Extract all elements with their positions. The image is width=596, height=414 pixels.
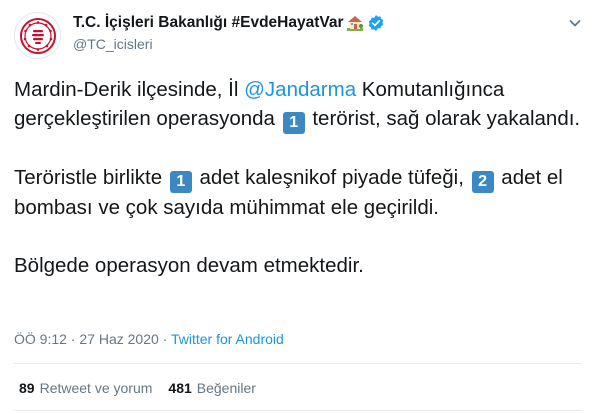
keycap-digit-icon: 1 [169, 171, 192, 193]
tweet-paragraph-1: Mardin-Derik ilçesinde, İl @Jandarma Kom… [14, 75, 584, 134]
chevron-down-icon[interactable] [566, 14, 584, 32]
tweet-source-link[interactable]: Twitter for Android [171, 331, 284, 347]
text-segment: adet kaleşnikof piyade tüfeği, [193, 166, 470, 189]
tweet-date[interactable]: 27 Haz 2020 [79, 331, 158, 347]
divider [14, 410, 582, 411]
tweet-time[interactable]: ÖÖ 9:12 [14, 331, 67, 347]
tweet-paragraph-2: Teröristle birlikte 1 adet kaleşnikof pi… [14, 163, 584, 222]
likes-stat[interactable]: 481 Beğeniler [168, 380, 256, 396]
text-segment: terörist, sağ olarak yakalandı. [306, 107, 581, 130]
text-segment: Mardin-Derik ilçesinde, İl [14, 78, 245, 101]
house-with-garden-icon [346, 14, 364, 32]
author-display-name[interactable]: T.C. İçişleri Bakanlığı #EvdeHayatVar [73, 14, 344, 32]
meta-separator: · [66, 331, 80, 347]
retweets-stat[interactable]: 89 Retweet ve yorum [19, 380, 152, 396]
retweets-label: Retweet ve yorum [39, 380, 153, 396]
mention-link[interactable]: @Jandarma [244, 78, 356, 101]
tweet-meta: ÖÖ 9:12 · 27 Haz 2020 · Twitter for Andr… [14, 331, 284, 347]
tweet-card: T.C. İçişleri Bakanlığı #EvdeHayatVar @T… [0, 0, 596, 414]
keycap-digit-icon: 2 [471, 171, 494, 193]
retweets-count: 89 [19, 380, 35, 396]
text-segment: Teröristle birlikte [14, 166, 168, 189]
tweet-paragraph-3: Bölgede operasyon devam etmektedir. [14, 254, 364, 277]
tweet-text: Mardin-Derik ilçesinde, İl @Jandarma Kom… [14, 75, 584, 280]
keycap-digit-icon: 1 [282, 112, 305, 134]
likes-count: 481 [168, 380, 192, 396]
avatar[interactable] [14, 12, 61, 59]
likes-label: Beğeniler [196, 380, 256, 396]
divider [14, 363, 582, 364]
tweet-stats: 89 Retweet ve yorum 481 Beğeniler [19, 380, 256, 396]
author-name-row: T.C. İçişleri Bakanlığı #EvdeHayatVar [73, 14, 385, 32]
verified-badge-icon [367, 14, 385, 32]
ministry-seal-icon [19, 17, 56, 54]
meta-separator: · [158, 331, 171, 347]
author-handle[interactable]: @TC_icisleri [73, 36, 153, 52]
